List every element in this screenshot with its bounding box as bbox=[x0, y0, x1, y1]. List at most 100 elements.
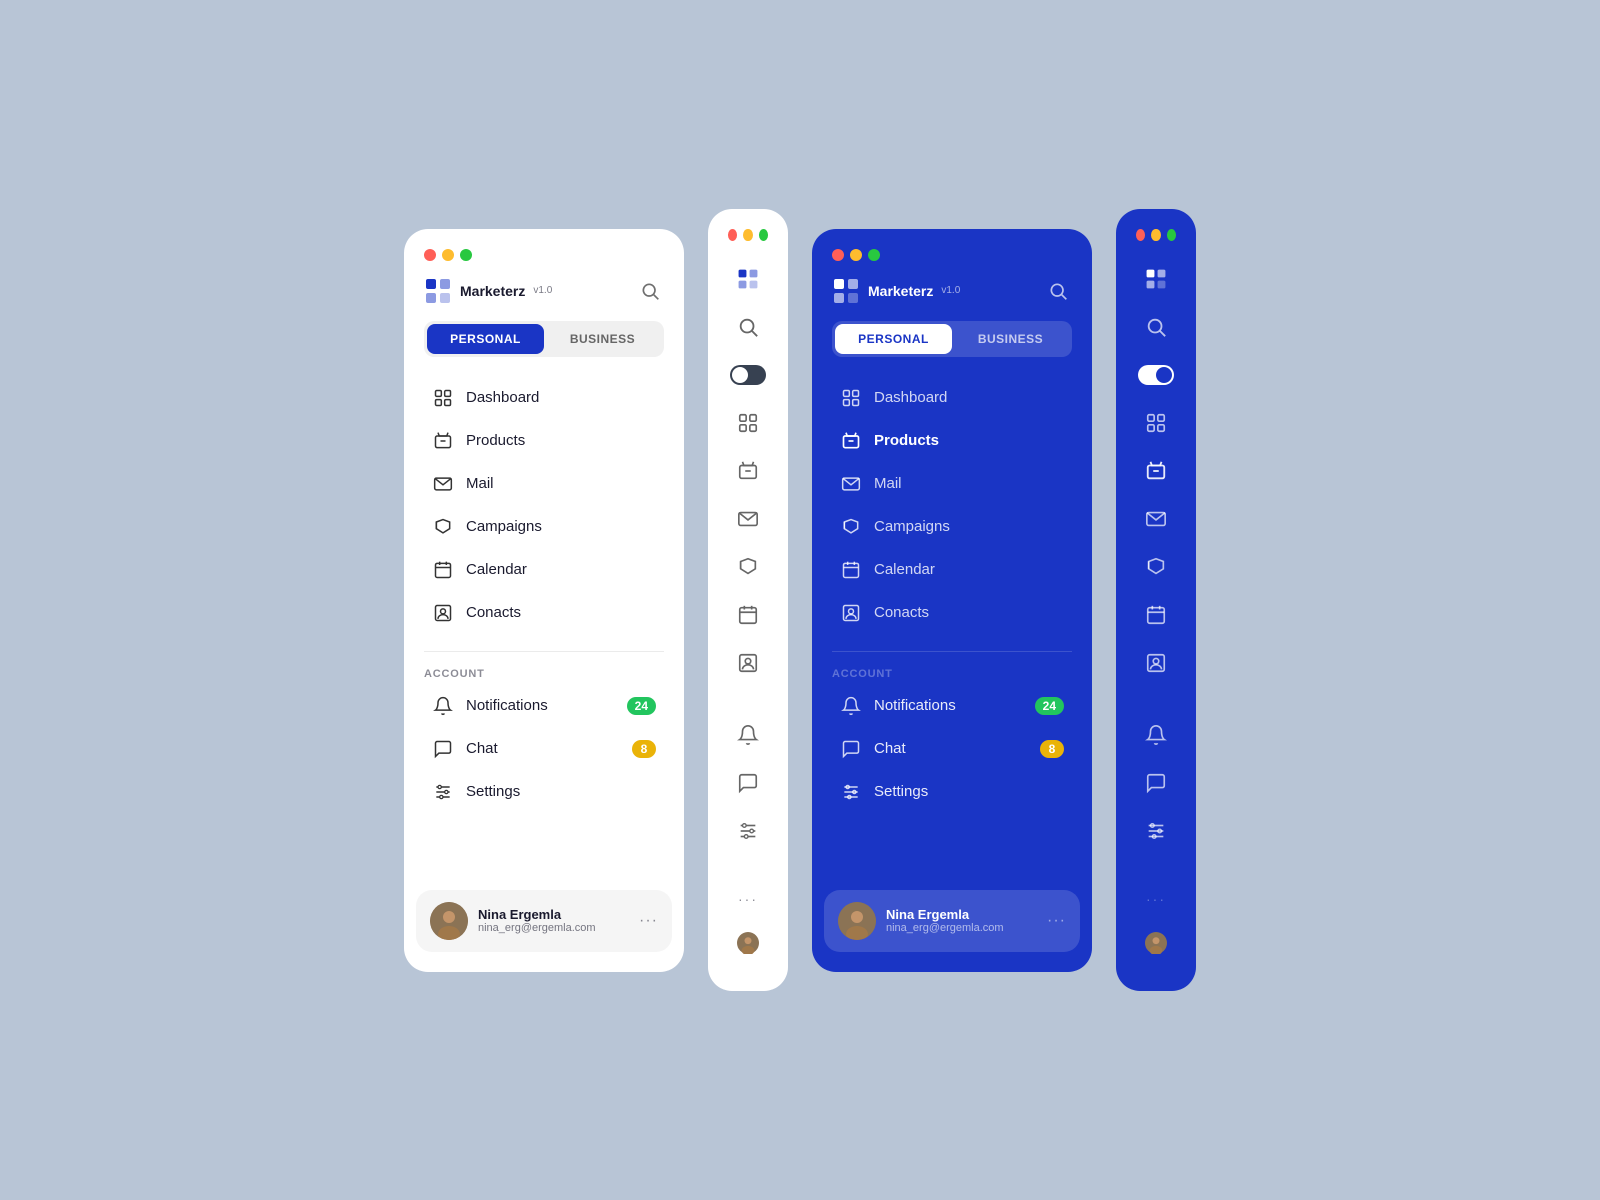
notifications-label-dark: Notifications bbox=[874, 697, 956, 714]
narrow-calendar-dark[interactable] bbox=[1132, 593, 1180, 637]
user-menu-button-dark[interactable]: ··· bbox=[1047, 912, 1066, 930]
narrow-avatar-dark[interactable] bbox=[1132, 919, 1180, 967]
products-icon-light bbox=[432, 430, 454, 452]
narrow-dashboard-light[interactable] bbox=[724, 401, 772, 445]
nav-item-settings-dark[interactable]: Settings bbox=[820, 771, 1084, 813]
calendar-label-light: Calendar bbox=[466, 561, 527, 578]
minimize-button-2[interactable] bbox=[743, 229, 752, 241]
contacts-label-light: Conacts bbox=[466, 604, 521, 621]
narrow-avatar-light[interactable] bbox=[724, 919, 772, 967]
chat-label-light: Chat bbox=[466, 740, 498, 757]
chat-label-dark: Chat bbox=[874, 740, 906, 757]
narrow-user-menu-dark[interactable]: ··· bbox=[1146, 891, 1166, 907]
narrow-icons-light: ··· bbox=[708, 257, 788, 971]
narrow-campaigns-dark[interactable] bbox=[1132, 545, 1180, 589]
nav-item-notifications-light[interactable]: Notifications 24 bbox=[412, 685, 676, 727]
nav-item-settings-light[interactable]: Settings bbox=[412, 771, 676, 813]
business-tab-light[interactable]: BUSINESS bbox=[544, 324, 661, 354]
narrow-chat-dark[interactable] bbox=[1132, 761, 1180, 805]
nav-item-campaigns-dark[interactable]: Campaigns bbox=[820, 506, 1084, 548]
narrow-toggle-dark[interactable] bbox=[1132, 353, 1180, 397]
nav-item-products-dark[interactable]: Products bbox=[820, 420, 1084, 462]
nav-item-dashboard-light[interactable]: Dashboard bbox=[412, 377, 676, 419]
avatar-light bbox=[430, 902, 468, 940]
personal-tab-dark[interactable]: PERSONAL bbox=[835, 324, 952, 354]
campaigns-label-light: Campaigns bbox=[466, 518, 542, 535]
nav-item-calendar-light[interactable]: Calendar bbox=[412, 549, 676, 591]
nav-divider-dark bbox=[832, 651, 1072, 652]
nav-item-contacts-light[interactable]: Conacts bbox=[412, 592, 676, 634]
narrow-dashboard-dark[interactable] bbox=[1132, 401, 1180, 445]
maximize-button-3[interactable] bbox=[868, 249, 880, 261]
maximize-button-2[interactable] bbox=[759, 229, 768, 241]
chat-icon-light bbox=[432, 738, 454, 760]
close-button-4[interactable] bbox=[1136, 229, 1145, 241]
close-button-3[interactable] bbox=[832, 249, 844, 261]
minimize-button-4[interactable] bbox=[1151, 229, 1160, 241]
segment-control-light: PERSONAL BUSINESS bbox=[424, 321, 664, 357]
dashboard-label-dark: Dashboard bbox=[874, 389, 947, 406]
user-name-dark: Nina Ergemla bbox=[886, 907, 1037, 922]
nav-item-campaigns-light[interactable]: Campaigns bbox=[412, 506, 676, 548]
logo-icon bbox=[424, 277, 452, 305]
user-info-light: Nina Ergemla nina_erg@ergemla.com bbox=[478, 907, 629, 934]
contacts-label-dark: Conacts bbox=[874, 604, 929, 621]
narrow-contacts-dark[interactable] bbox=[1132, 641, 1180, 685]
close-button-2[interactable] bbox=[728, 229, 737, 241]
user-info-dark: Nina Ergemla nina_erg@ergemla.com bbox=[886, 907, 1037, 934]
user-menu-button-light[interactable]: ··· bbox=[639, 912, 658, 930]
narrow-search-dark[interactable] bbox=[1132, 305, 1180, 349]
nav-item-contacts-dark[interactable]: Conacts bbox=[820, 592, 1084, 634]
narrow-contacts-light[interactable] bbox=[724, 641, 772, 685]
narrow-calendar-light[interactable] bbox=[724, 593, 772, 637]
nav-item-notifications-dark[interactable]: Notifications 24 bbox=[820, 685, 1084, 727]
search-button-dark[interactable] bbox=[1044, 277, 1072, 305]
narrow-mail-dark[interactable] bbox=[1132, 497, 1180, 541]
minimize-button-3[interactable] bbox=[850, 249, 862, 261]
narrow-logo-dark bbox=[1132, 257, 1180, 301]
app-version-light: v1.0 bbox=[533, 285, 552, 296]
narrow-chat-light[interactable] bbox=[724, 761, 772, 805]
chat-badge-light: 8 bbox=[632, 740, 656, 758]
narrow-settings-dark[interactable] bbox=[1132, 809, 1180, 853]
user-email-light: nina_erg@ergemla.com bbox=[478, 922, 629, 934]
narrow-toggle-light[interactable] bbox=[724, 353, 772, 397]
chat-icon-dark bbox=[840, 738, 862, 760]
nav-item-mail-dark[interactable]: Mail bbox=[820, 463, 1084, 505]
nav-item-calendar-dark[interactable]: Calendar bbox=[820, 549, 1084, 591]
narrow-search-light[interactable] bbox=[724, 305, 772, 349]
narrow-user-menu-light[interactable]: ··· bbox=[738, 891, 758, 907]
nav-item-dashboard-dark[interactable]: Dashboard bbox=[820, 377, 1084, 419]
campaigns-label-dark: Campaigns bbox=[874, 518, 950, 535]
logo-area: Marketerz v1.0 bbox=[424, 277, 552, 305]
dashboard-icon-dark bbox=[840, 387, 862, 409]
personal-tab-light[interactable]: PERSONAL bbox=[427, 324, 544, 354]
business-tab-dark[interactable]: BUSINESS bbox=[952, 324, 1069, 354]
products-label-light: Products bbox=[466, 432, 525, 449]
maximize-button[interactable] bbox=[460, 249, 472, 261]
calendar-label-dark: Calendar bbox=[874, 561, 935, 578]
close-button[interactable] bbox=[424, 249, 436, 261]
maximize-button-4[interactable] bbox=[1167, 229, 1176, 241]
narrow-products-dark[interactable] bbox=[1132, 449, 1180, 493]
narrow-mail-light[interactable] bbox=[724, 497, 772, 541]
search-button-light[interactable] bbox=[636, 277, 664, 305]
products-icon-dark bbox=[840, 430, 862, 452]
minimize-button[interactable] bbox=[442, 249, 454, 261]
app-header-light: Marketerz v1.0 bbox=[404, 277, 684, 321]
narrow-notifications-light[interactable] bbox=[724, 713, 772, 757]
narrow-icons-dark: ··· bbox=[1116, 257, 1196, 971]
narrow-notifications-dark[interactable] bbox=[1132, 713, 1180, 757]
settings-icon-light bbox=[432, 781, 454, 803]
narrow-settings-light[interactable] bbox=[724, 809, 772, 853]
narrow-campaigns-light[interactable] bbox=[724, 545, 772, 589]
nav-item-products-light[interactable]: Products bbox=[412, 420, 676, 462]
app-version-dark: v1.0 bbox=[941, 285, 960, 296]
nav-item-chat-dark[interactable]: Chat 8 bbox=[820, 728, 1084, 770]
products-label-dark: Products bbox=[874, 432, 939, 449]
dashboard-icon bbox=[432, 387, 454, 409]
nav-item-chat-light[interactable]: Chat 8 bbox=[412, 728, 676, 770]
user-email-dark: nina_erg@ergemla.com bbox=[886, 922, 1037, 934]
nav-item-mail-light[interactable]: Mail bbox=[412, 463, 676, 505]
narrow-products-light[interactable] bbox=[724, 449, 772, 493]
